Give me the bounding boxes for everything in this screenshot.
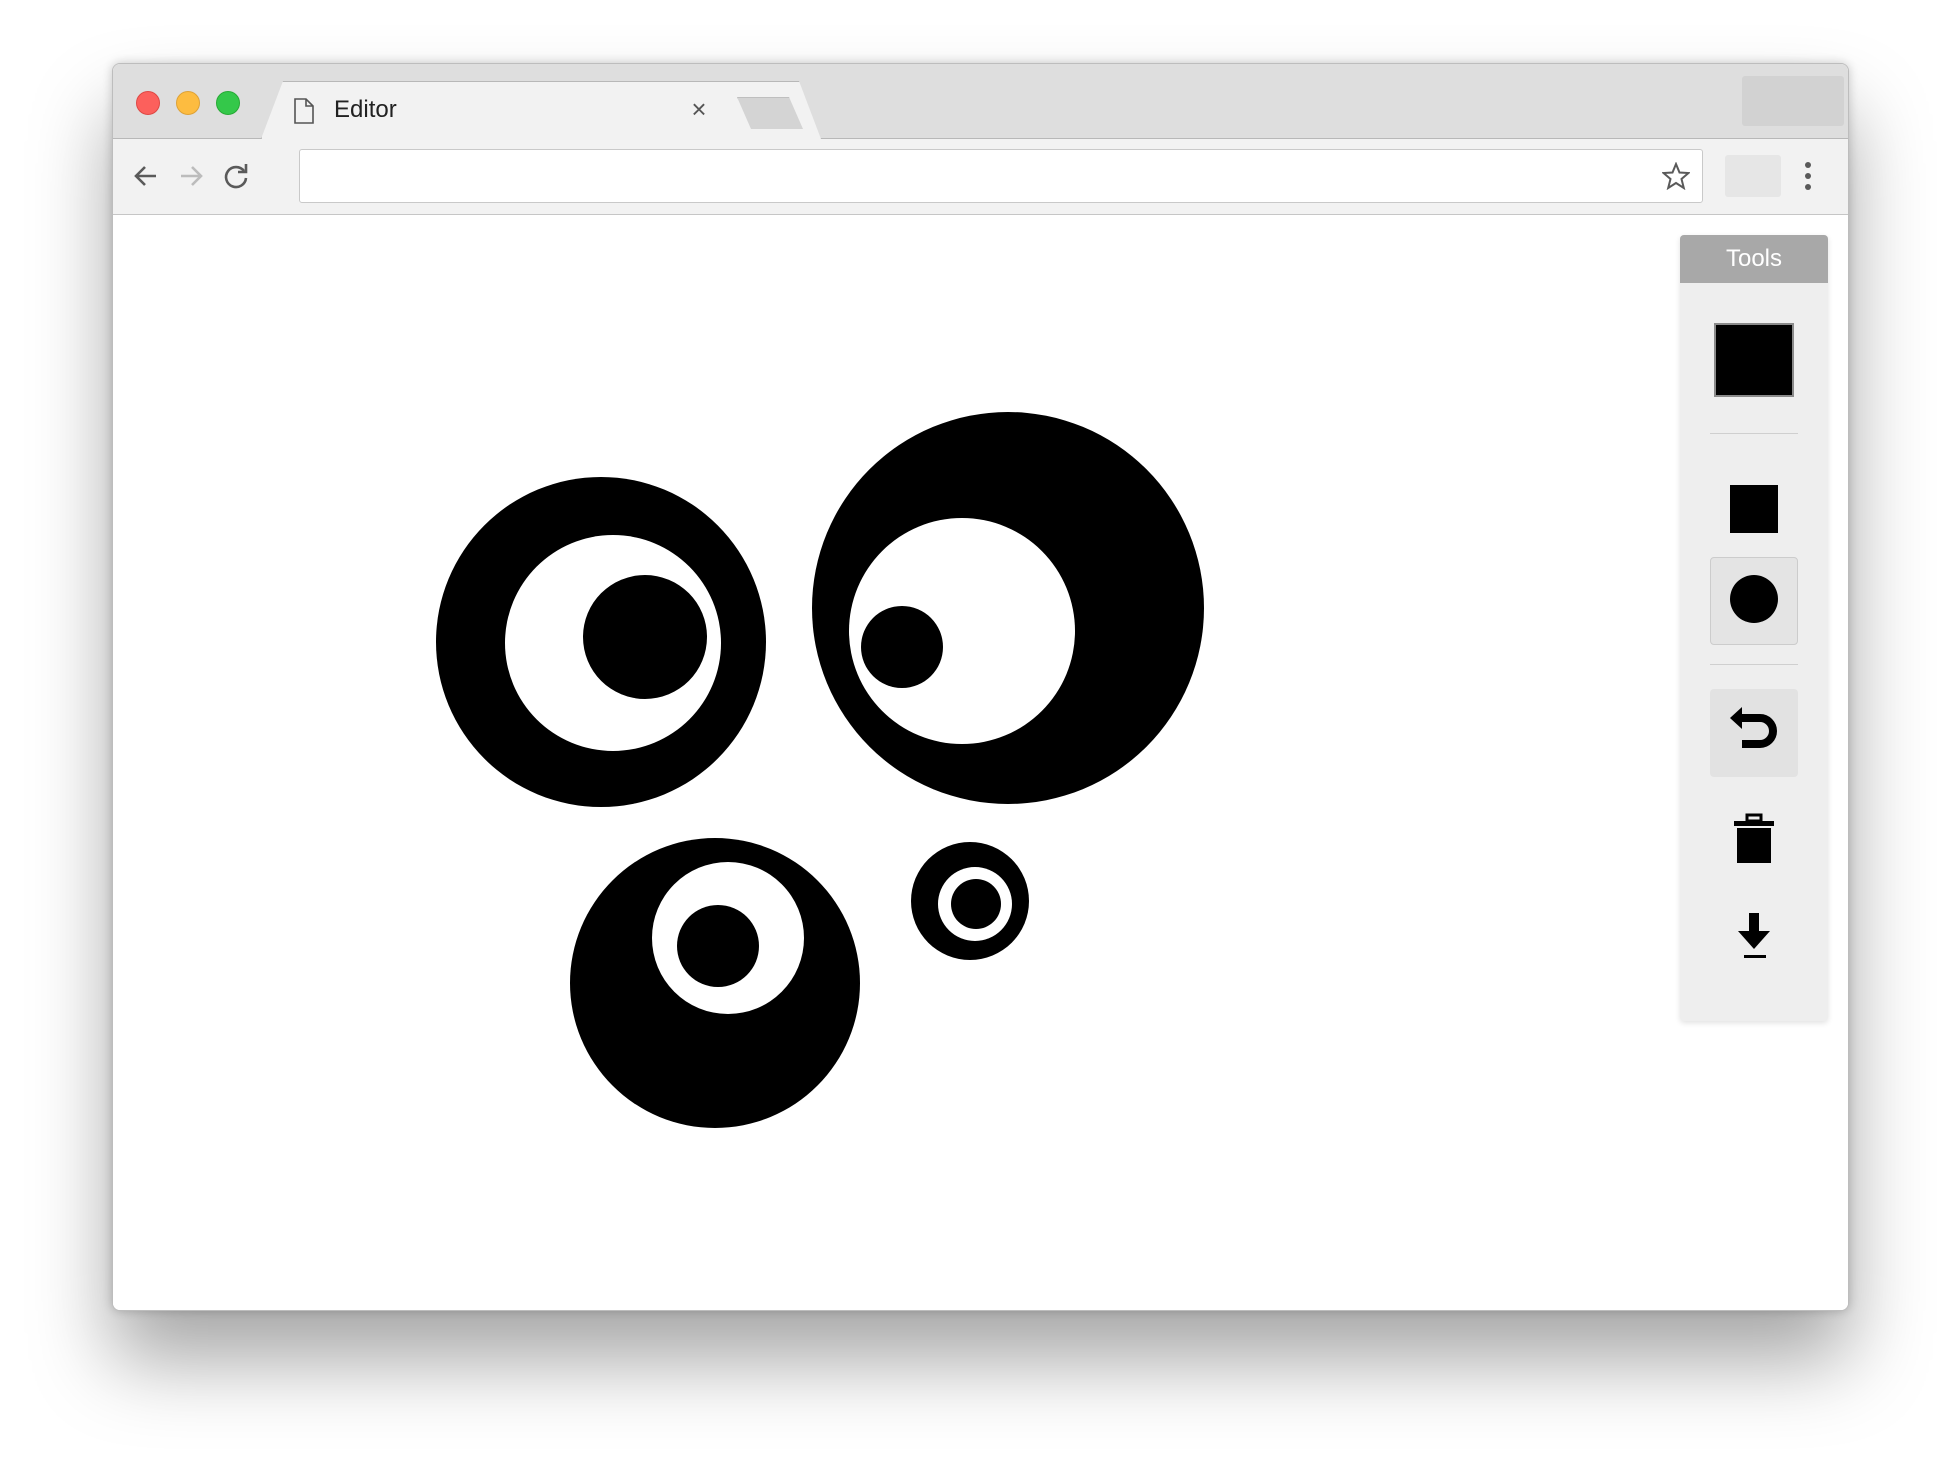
undo-tool-button[interactable] [1710,689,1798,777]
download-tool-button[interactable] [1710,895,1798,983]
profile-area[interactable] [1742,76,1844,126]
tools-header: Tools [1680,235,1828,283]
star-icon[interactable] [1660,161,1692,195]
divider [1710,664,1798,665]
minimize-window-button[interactable] [176,91,200,115]
trash-icon [1732,813,1776,870]
zoom-window-button[interactable] [216,91,240,115]
extension-area[interactable] [1725,155,1781,197]
circle-icon [1729,574,1779,629]
circle-tool-button[interactable] [1710,557,1798,645]
reload-icon [224,164,248,189]
square-icon [1729,484,1779,539]
browser-window: Editor × Tools [112,63,1849,1311]
color-swatch[interactable] [1714,323,1794,397]
browser-toolbar [113,139,1848,215]
shape-circle[interactable] [861,606,943,688]
delete-tool-button[interactable] [1710,797,1798,885]
address-bar[interactable] [299,149,1703,203]
rectangle-tool-button[interactable] [1710,467,1798,555]
tab-title: Editor [334,96,397,123]
shape-circle[interactable] [677,905,759,987]
title-bar: Editor × [113,64,1848,140]
drawing-canvas[interactable] [113,215,1848,1310]
tools-panel: Tools [1680,235,1828,1021]
reload-button[interactable] [219,159,253,193]
close-window-button[interactable] [136,91,160,115]
vertical-dots-icon[interactable] [1803,161,1813,196]
arrow-right-icon [181,166,203,186]
document-icon [294,98,314,129]
download-icon [1734,911,1774,968]
divider [1710,433,1798,434]
undo-icon [1728,704,1780,763]
forward-button[interactable] [174,159,208,193]
close-tab-icon[interactable]: × [687,96,711,122]
shape-circle[interactable] [583,575,707,699]
arrow-left-icon [134,166,156,186]
back-button[interactable] [129,159,163,193]
page-content: Tools [113,215,1848,1310]
shape-circle[interactable] [951,879,1001,929]
